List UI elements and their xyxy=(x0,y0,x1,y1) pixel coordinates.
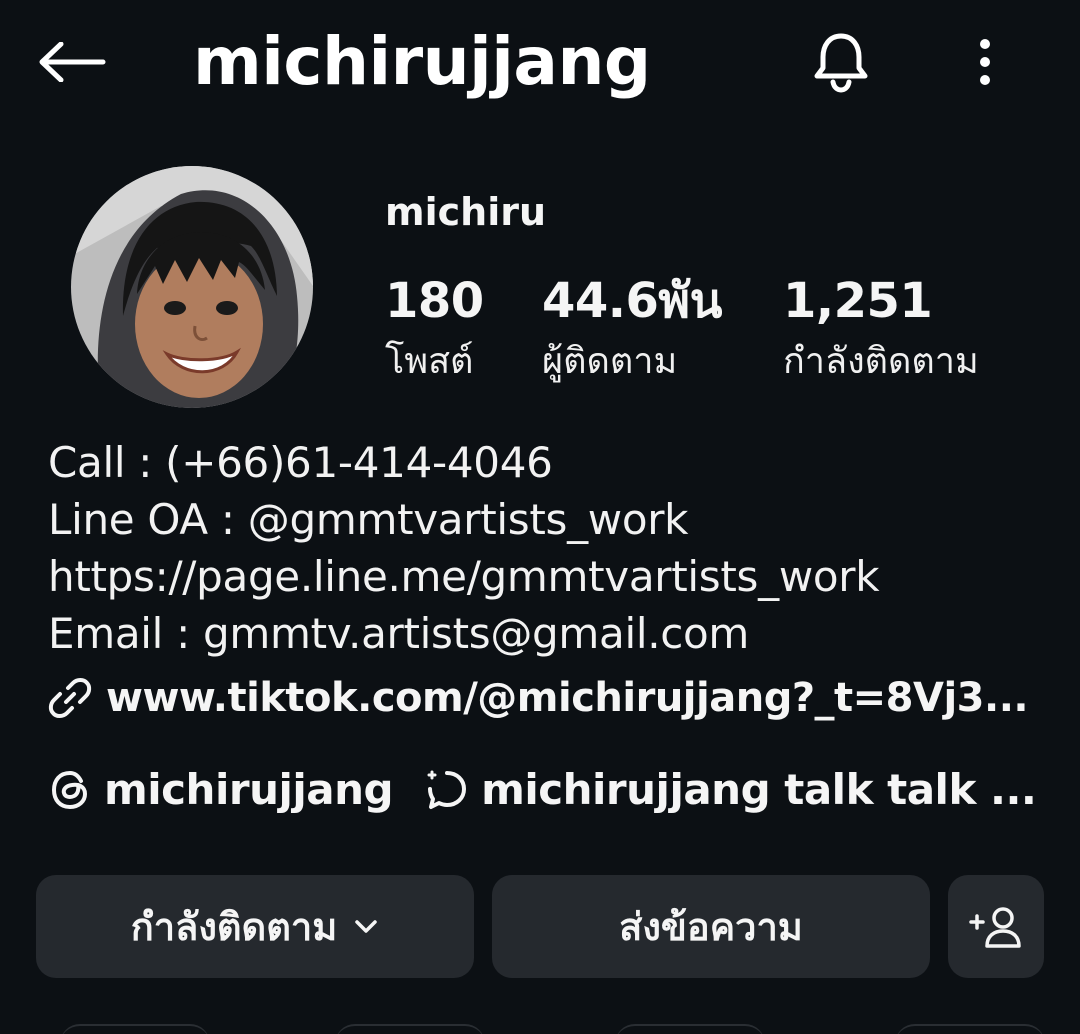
display-name: michiru xyxy=(385,190,547,234)
external-link-text: www.tiktok.com/@michirujjang?_t=8Vj3... xyxy=(106,675,1029,721)
posts-count: 180 xyxy=(385,273,484,329)
posts-label: โพสต์ xyxy=(385,341,474,382)
story-highlight-ring[interactable] xyxy=(60,1024,210,1034)
threads-icon xyxy=(51,770,88,810)
profile-bio: Call : (+66)61-414-4046 Line OA : @gmmtv… xyxy=(48,434,1048,662)
external-link[interactable]: www.tiktok.com/@michirujjang?_t=8Vj3... xyxy=(48,668,1029,728)
social-links: michirujjang michirujjang talk talk ... xyxy=(48,760,1037,820)
bio-line-url: https://page.line.me/gmmtvartists_work xyxy=(48,552,880,601)
top-bar: michirujjang xyxy=(0,0,1080,130)
message-button[interactable]: ส่งข้อความ xyxy=(492,875,930,978)
chat-bubble-icon xyxy=(427,770,467,809)
more-options-button[interactable] xyxy=(960,30,1010,94)
chevron-down-icon xyxy=(353,918,379,936)
bio-line-email: Email : gmmtv.artists@gmail.com xyxy=(48,609,750,658)
story-highlight-ring[interactable] xyxy=(895,1024,1045,1034)
bio-line-line-oa: Line OA : @gmmtvartists_work xyxy=(48,495,689,544)
followers-count: 44.6พัน xyxy=(542,273,722,329)
message-button-label: ส่งข้อความ xyxy=(619,905,803,949)
threads-handle: michirujjang xyxy=(104,765,394,814)
notifications-button[interactable] xyxy=(805,28,877,96)
profile-avatar[interactable] xyxy=(71,166,313,408)
avatar-photo xyxy=(71,166,313,408)
following-stat[interactable]: 1,251 กำลังติดตาม xyxy=(783,270,979,388)
broadcast-channel-link[interactable]: michirujjang talk talk ... xyxy=(423,760,1037,820)
following-count: 1,251 xyxy=(783,273,933,329)
followers-label: ผู้ติดตาม xyxy=(542,341,678,382)
more-vertical-icon xyxy=(980,39,990,85)
threads-link[interactable]: michirujjang xyxy=(48,760,394,820)
story-highlight-ring[interactable] xyxy=(335,1024,485,1034)
bio-line-phone: Call : (+66)61-414-4046 xyxy=(48,438,553,487)
add-user-icon xyxy=(969,906,1021,948)
suggested-users-button[interactable] xyxy=(948,875,1044,978)
following-button-label: กำลังติดตาม xyxy=(130,905,338,949)
story-highlight-ring[interactable] xyxy=(615,1024,765,1034)
bell-icon xyxy=(814,33,868,93)
followers-stat[interactable]: 44.6พัน ผู้ติดตาม xyxy=(542,270,722,388)
following-label: กำลังติดตาม xyxy=(783,341,979,382)
following-button[interactable]: กำลังติดตาม xyxy=(36,875,474,978)
arrow-left-icon xyxy=(39,42,106,82)
profile-username-title: michirujjang xyxy=(193,23,651,100)
link-icon xyxy=(48,678,92,718)
back-button[interactable] xyxy=(36,34,108,90)
channel-name: michirujjang talk talk ... xyxy=(481,765,1037,814)
posts-stat[interactable]: 180 โพสต์ xyxy=(385,270,484,388)
